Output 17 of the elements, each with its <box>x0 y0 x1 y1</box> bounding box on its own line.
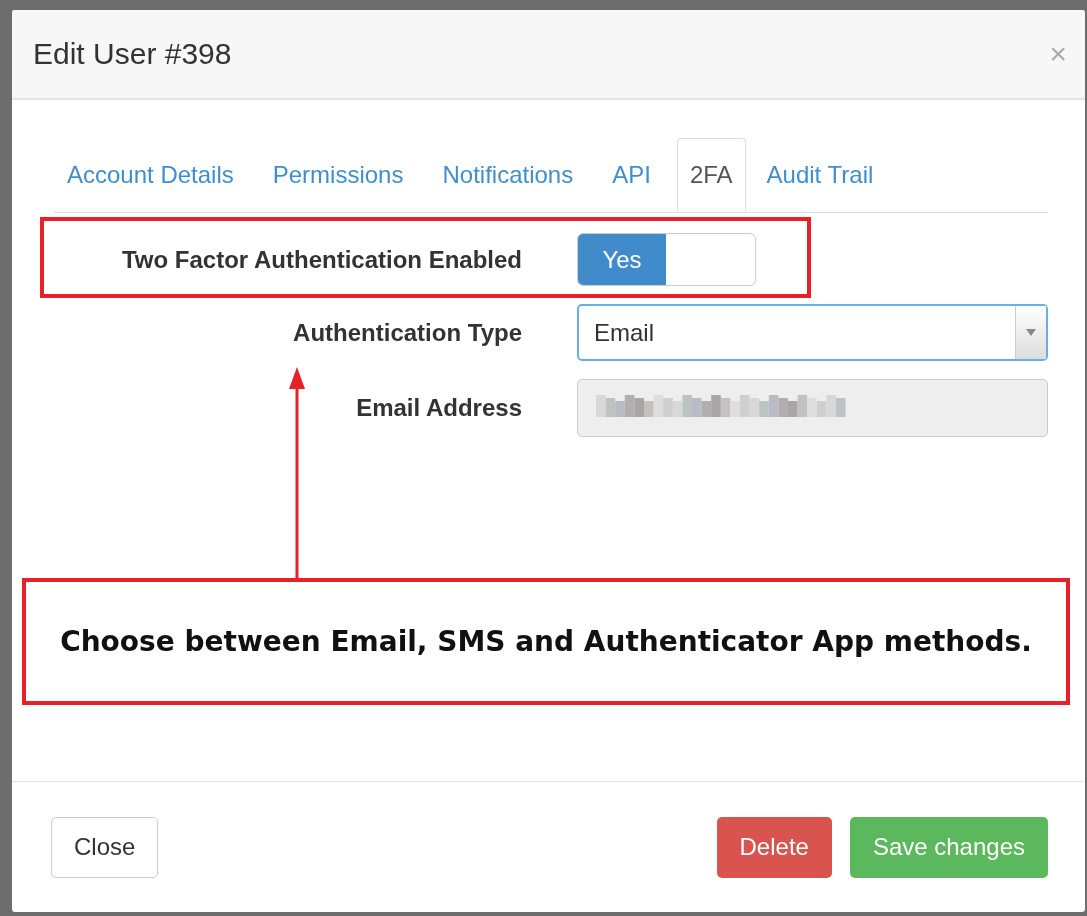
tab[interactable]: 2FA <box>676 138 746 212</box>
footer-button[interactable]: Delete <box>716 816 832 878</box>
annotation-text: Choose between Email, SMS and Authenticator App methods. <box>60 625 1032 658</box>
field-label: Email Address <box>355 394 522 422</box>
tab[interactable]: Audit Trail <box>753 138 887 212</box>
field-label: Authentication Type <box>292 318 522 347</box>
tab[interactable]: API <box>599 138 664 212</box>
tab[interactable]: Account Details <box>54 138 247 212</box>
footer-button[interactable]: Close <box>51 816 159 878</box>
footer-button[interactable]: Save changes <box>849 816 1048 878</box>
toggle-switch[interactable]: Yes <box>577 233 756 286</box>
caret-icon <box>1026 329 1036 336</box>
select-field[interactable]: Email <box>577 304 1048 361</box>
field-label: Two Factor Authentication Enabled <box>121 245 522 274</box>
dialog-title: Edit User #398 <box>33 37 232 71</box>
tab[interactable]: Permissions <box>259 138 417 212</box>
tab[interactable]: Notifications <box>429 138 587 212</box>
